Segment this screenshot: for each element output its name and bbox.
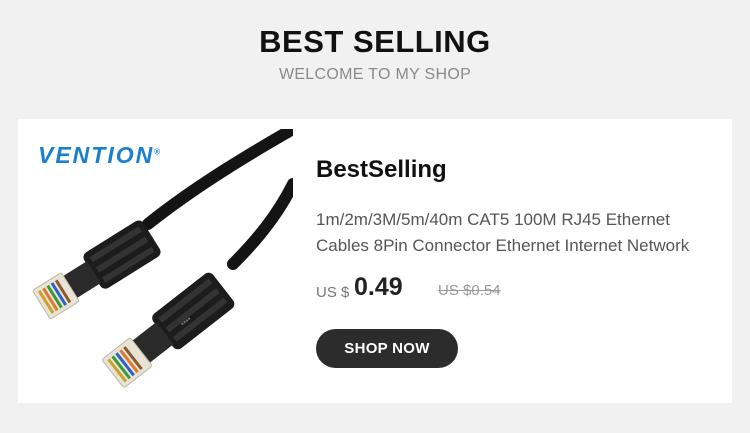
ethernet-cable-icon: ▪▪▪▪	[32, 129, 293, 388]
currency-label: US $	[316, 284, 350, 301]
product-image[interactable]: VENTION® ▪▪▪▪	[18, 129, 293, 395]
original-price: US $0.54	[438, 282, 501, 299]
shop-name[interactable]: BestSelling	[316, 156, 447, 184]
page-subtitle: WELCOME TO MY SHOP	[278, 66, 472, 83]
current-price: 0.49	[354, 273, 403, 301]
product-card: VENTION® ▪▪▪▪ BestSelling 1m/2m/3M/5m/40…	[18, 119, 732, 403]
shop-now-button[interactable]: SHOP NOW	[316, 329, 458, 368]
product-title[interactable]: 1m/2m/3M/5m/40m CAT5 100M RJ45 Ethernet …	[316, 207, 716, 259]
page-title: BEST SELLING	[259, 24, 491, 59]
